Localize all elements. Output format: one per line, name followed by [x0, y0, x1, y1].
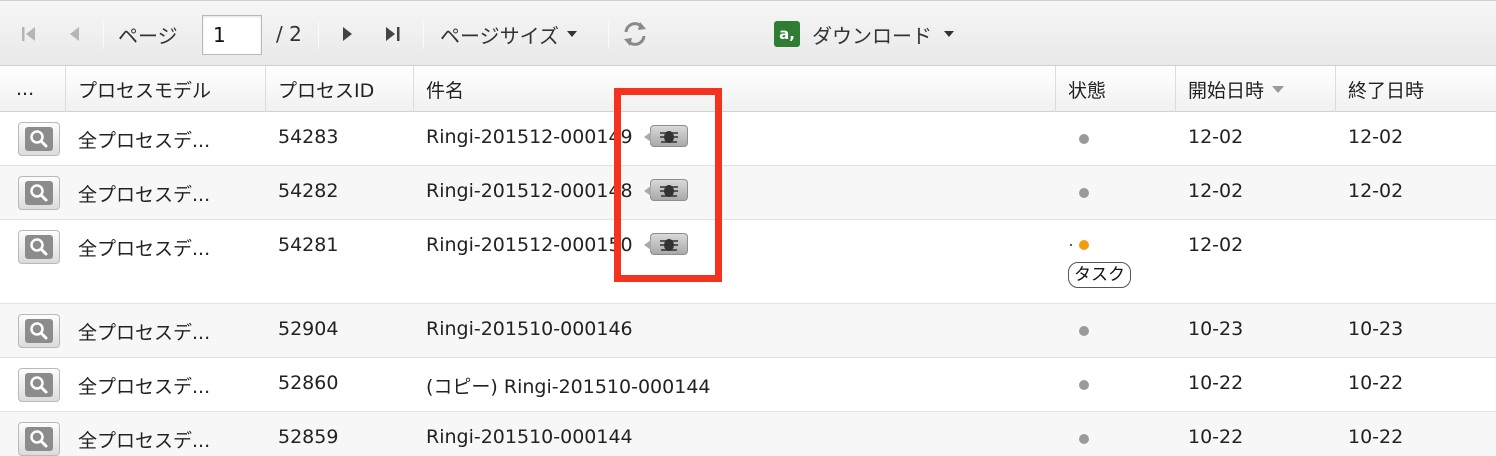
start-date-cell: 10-22: [1188, 372, 1244, 394]
view-detail-button[interactable]: [18, 422, 60, 456]
first-page-icon: [22, 27, 35, 41]
column-header-start-label: 開始日時: [1188, 79, 1265, 102]
debug-badge[interactable]: [644, 233, 688, 255]
view-detail-button[interactable]: [18, 368, 60, 402]
page-number-input[interactable]: [202, 15, 262, 55]
next-page-button[interactable]: [330, 1, 364, 67]
sort-desc-icon: [1272, 85, 1285, 93]
subject-link[interactable]: Ringi-201510-000144: [426, 426, 633, 448]
column-header-status[interactable]: 状態: [1056, 66, 1176, 112]
table-row[interactable]: 全プロセスデ... 54282 Ringi-201512-000148 12-02 12…: [0, 166, 1496, 220]
subject-link[interactable]: Ringi-201510-000146: [426, 318, 633, 340]
status-dot-icon: [1079, 188, 1089, 198]
column-menu-header[interactable]: ...: [0, 66, 66, 112]
process-id-cell: 52904: [278, 318, 339, 340]
subject-link[interactable]: Ringi-201512-000149: [426, 126, 633, 148]
table-row[interactable]: 全プロセスデ... 52904 Ringi-201510-000146 10-23 10…: [0, 304, 1496, 358]
toolbar-separator: [318, 21, 319, 49]
status-dot-icon: [1079, 326, 1089, 336]
previous-page-button[interactable]: [58, 1, 92, 67]
next-page-icon: [343, 27, 352, 41]
process-id-cell: 54281: [278, 234, 339, 256]
bug-icon: [660, 185, 678, 197]
column-header-end[interactable]: 終了日時: [1336, 66, 1496, 112]
start-date-cell: 12-02: [1188, 126, 1244, 148]
debug-badge[interactable]: [644, 179, 688, 201]
process-id-cell: 54283: [278, 126, 339, 148]
column-header-start[interactable]: 開始日時: [1176, 66, 1336, 112]
page-size-label: ページサイズ: [440, 23, 559, 48]
end-date-cell: 10-23: [1348, 318, 1404, 340]
subject-link[interactable]: (コピー) Ringi-201510-000144: [426, 372, 711, 399]
subject-link[interactable]: Ringi-201512-000148: [426, 180, 633, 202]
start-date-cell: 12-02: [1188, 180, 1244, 202]
active-status-icon: [1070, 240, 1089, 250]
magnifier-icon: [30, 430, 48, 448]
end-date-cell: 12-02: [1348, 126, 1404, 148]
status-dot-icon: [1079, 434, 1089, 444]
previous-page-icon: [70, 27, 79, 41]
table-header: ... プロセスモデル プロセスID 件名 状態 開始日時 終了日時: [0, 66, 1496, 112]
process-model-cell: 全プロセスデ...: [78, 238, 211, 260]
toolbar-separator: [103, 21, 104, 49]
view-detail-button[interactable]: [18, 230, 60, 264]
debug-badge[interactable]: [644, 125, 688, 147]
last-page-icon: [386, 27, 400, 41]
process-id-cell: 54282: [278, 180, 339, 202]
magnifier-icon: [30, 238, 48, 256]
status-dot-icon: [1079, 134, 1089, 144]
refresh-button[interactable]: [618, 1, 652, 67]
end-date-cell: 10-22: [1348, 372, 1404, 394]
column-header-process-id[interactable]: プロセスID: [266, 66, 414, 112]
process-model-cell: 全プロセスデ...: [78, 376, 211, 398]
view-detail-button[interactable]: [18, 314, 60, 348]
bug-icon: [660, 131, 678, 143]
table-row[interactable]: 全プロセスデ... 54281 Ringi-201512-000150 タスク 12-0…: [0, 220, 1496, 304]
page-total: / 2: [276, 22, 302, 46]
end-date-cell: 12-02: [1348, 180, 1404, 202]
bug-icon: [660, 239, 678, 251]
process-model-cell: 全プロセスデ...: [78, 322, 211, 344]
magnifier-icon: [30, 130, 48, 148]
column-header-subject[interactable]: 件名: [414, 66, 1056, 112]
view-detail-button[interactable]: [18, 122, 60, 156]
subject-link[interactable]: Ringi-201512-000150: [426, 234, 633, 256]
download-dropdown[interactable]: a, ダウンロード: [774, 1, 954, 67]
start-date-cell: 10-22: [1188, 426, 1244, 448]
table-row[interactable]: 全プロセスデ... 54283 Ringi-201512-000149 12-02 12…: [0, 112, 1496, 166]
process-model-cell: 全プロセスデ...: [78, 184, 211, 206]
start-date-cell: 12-02: [1188, 234, 1244, 256]
column-header-process-model[interactable]: プロセスモデル: [66, 66, 266, 112]
process-id-cell: 52859: [278, 426, 339, 448]
table-row[interactable]: 全プロセスデ... 52859 Ringi-201510-000144 10-22 10…: [0, 412, 1496, 456]
process-id-cell: 52860: [278, 372, 339, 394]
first-page-button[interactable]: [12, 1, 46, 67]
download-icon: a,: [774, 21, 800, 47]
pager-toolbar: ページ / 2 ページサイズ a, ダウンロード: [0, 0, 1496, 66]
process-model-cell: 全プロセスデ...: [78, 430, 211, 452]
process-model-cell: 全プロセスデ...: [78, 130, 211, 152]
table-row[interactable]: 全プロセスデ... 52860 (コピー) Ringi-201510-000144 1…: [0, 358, 1496, 412]
task-badge[interactable]: タスク: [1068, 262, 1131, 288]
toolbar-separator: [608, 21, 609, 49]
chevron-down-icon: [944, 31, 954, 37]
refresh-icon: [624, 22, 646, 46]
page-size-dropdown[interactable]: ページサイズ: [440, 1, 577, 67]
view-detail-button[interactable]: [18, 176, 60, 210]
end-date-cell: 10-22: [1348, 426, 1404, 448]
chevron-down-icon: [567, 31, 577, 37]
start-date-cell: 10-23: [1188, 318, 1244, 340]
magnifier-icon: [30, 322, 48, 340]
status-dot-icon: [1079, 380, 1089, 390]
magnifier-icon: [30, 184, 48, 202]
download-label: ダウンロード: [812, 23, 932, 48]
last-page-button[interactable]: [376, 1, 410, 67]
toolbar-separator: [423, 21, 424, 49]
page-label: ページ: [118, 23, 178, 48]
magnifier-icon: [30, 376, 48, 394]
